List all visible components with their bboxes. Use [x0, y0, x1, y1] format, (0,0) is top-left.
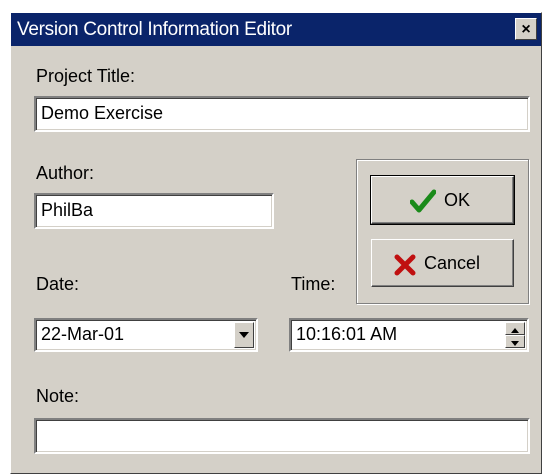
time-value: 10:16:01 AM [296, 324, 398, 344]
chevron-down-icon [239, 332, 249, 338]
time-increment-button[interactable] [505, 322, 525, 335]
time-label: Time: [291, 274, 336, 294]
project-title-value: Demo Exercise [41, 103, 164, 123]
checkmark-icon [410, 189, 436, 213]
date-value: 22-Mar-01 [41, 324, 125, 344]
ok-button[interactable]: OK [370, 175, 515, 225]
cancel-button[interactable]: Cancel [371, 239, 514, 287]
version-control-dialog: Version Control Information Editor × Pro… [10, 12, 542, 474]
close-button[interactable]: × [515, 18, 537, 40]
date-dropdown-button[interactable] [234, 322, 254, 348]
close-icon: × [521, 21, 531, 38]
ok-label: OK [444, 190, 471, 210]
cancel-label: Cancel [424, 253, 481, 273]
time-decrement-button[interactable] [505, 335, 525, 348]
window-title: Version Control Information Editor [17, 19, 292, 40]
date-combobox[interactable]: 22-Mar-01 [34, 318, 258, 352]
author-field[interactable]: PhilBa [34, 193, 274, 229]
time-spinner[interactable]: 10:16:01 AM [289, 318, 529, 352]
project-title-field[interactable]: Demo Exercise [34, 96, 530, 132]
x-icon [394, 254, 416, 276]
date-label: Date: [36, 274, 80, 294]
author-label: Author: [36, 163, 95, 183]
title-bar[interactable]: Version Control Information Editor × [11, 13, 541, 46]
note-label: Note: [36, 386, 80, 406]
author-value: PhilBa [41, 200, 94, 220]
project-title-label: Project Title: [36, 66, 136, 86]
note-field[interactable] [34, 418, 530, 454]
arrow-down-icon [511, 341, 519, 346]
